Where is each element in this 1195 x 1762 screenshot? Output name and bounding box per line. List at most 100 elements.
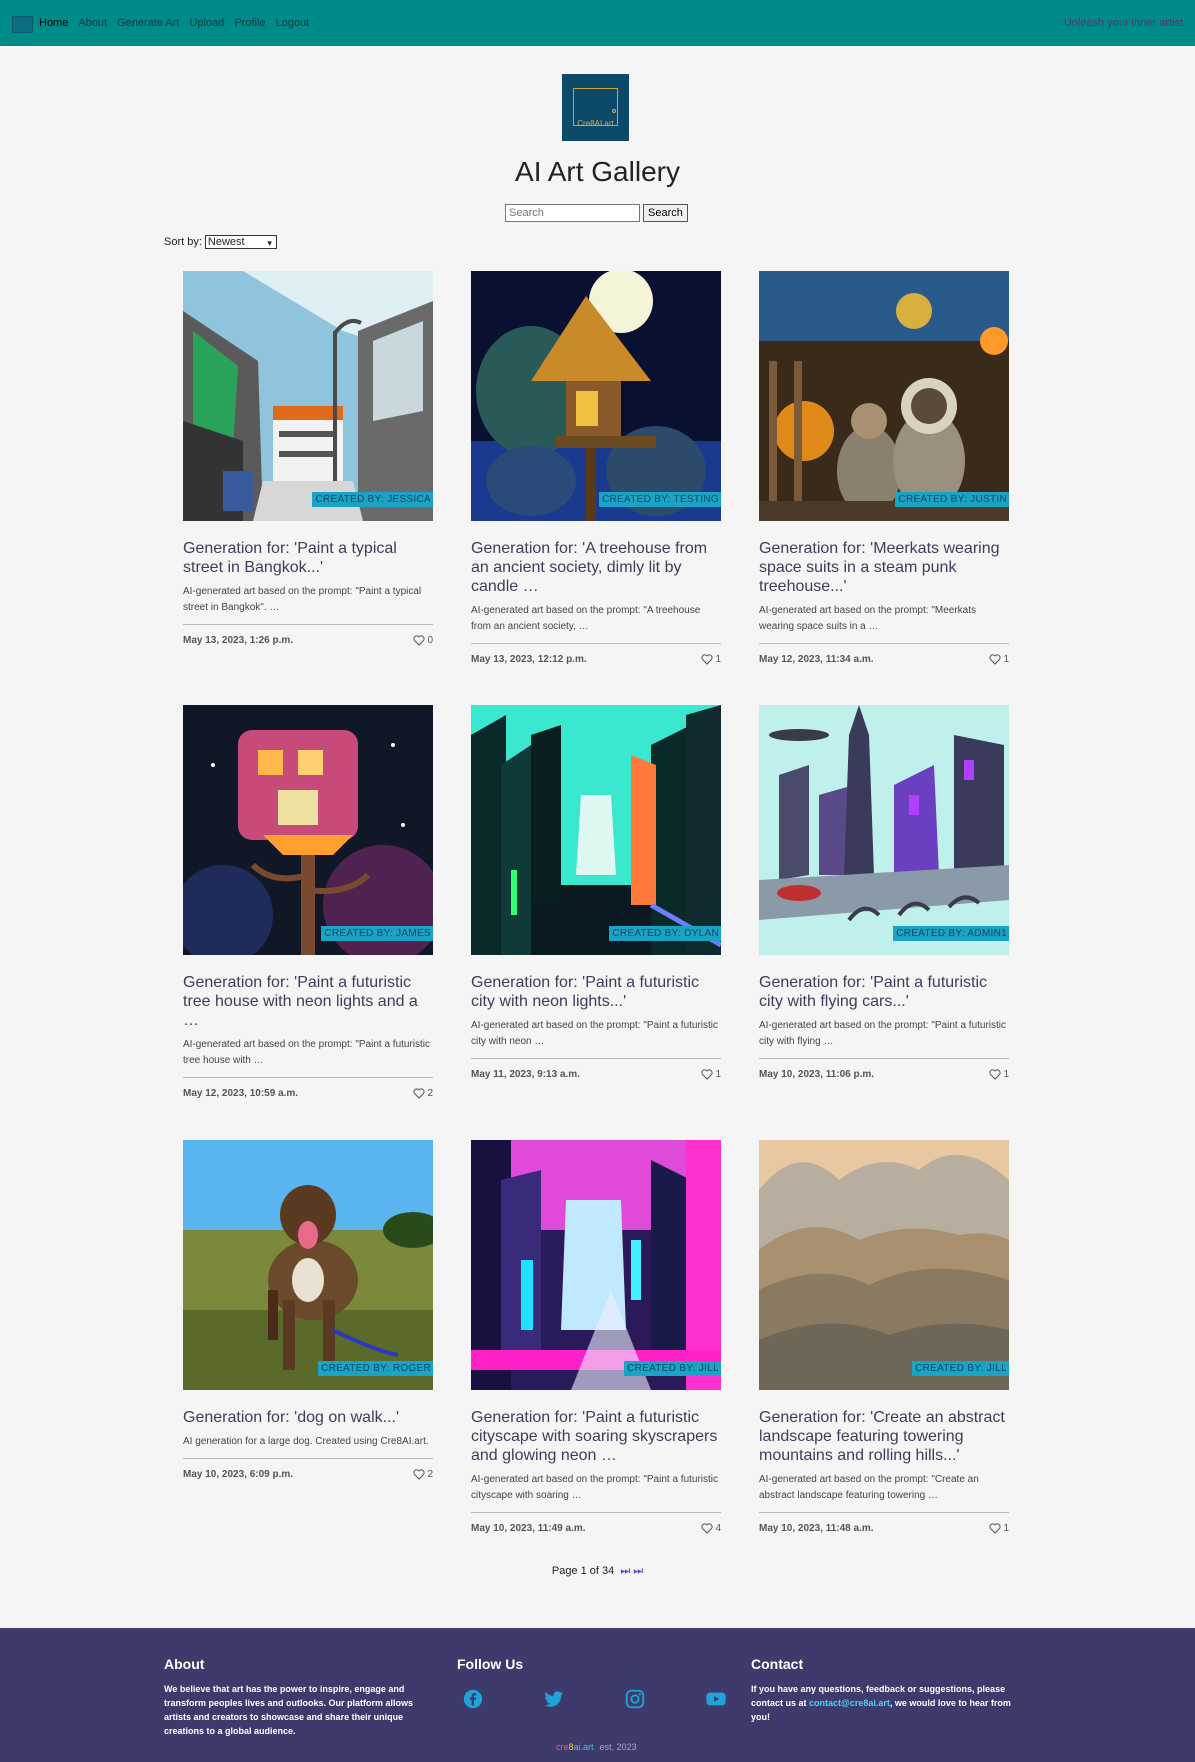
gallery-card[interactable]: CREATED BY: JAMES Generation for: 'Paint…	[183, 705, 433, 1099]
card-title[interactable]: Generation for: 'Paint a typical street …	[183, 539, 433, 577]
card-date: May 10, 2023, 11:48 a.m.	[759, 1523, 874, 1534]
creator-badge: CREATED BY: JILL	[912, 1361, 1009, 1376]
nav-links: Home About Generate Art Upload Profile L…	[39, 17, 319, 29]
search-form: Search	[505, 204, 688, 222]
card-title[interactable]: Generation for: 'dog on walk...'	[183, 1408, 433, 1427]
page-title: AI Art Gallery	[515, 156, 680, 187]
site-footer: About We believe that art has the power …	[0, 1628, 1195, 1762]
gallery-card[interactable]: CREATED BY: JILL Generation for: 'Create…	[759, 1140, 1009, 1534]
gallery-card[interactable]: CREATED BY: ROGER Generation for: 'dog o…	[183, 1140, 433, 1480]
card-meta: May 13, 2023, 1:26 p.m. 0	[183, 624, 433, 646]
card-date: May 10, 2023, 6:09 p.m.	[183, 1469, 294, 1480]
card-meta: May 10, 2023, 11:49 a.m. 4	[471, 1512, 721, 1534]
artwork-image[interactable]: CREATED BY: ROGER	[183, 1140, 433, 1390]
card-description: AI generation for a large dog. Created u…	[183, 1436, 429, 1447]
card-title[interactable]: Generation for: 'Paint a futuristic city…	[471, 973, 721, 1011]
facebook-icon[interactable]	[462, 1688, 484, 1710]
artwork-image[interactable]: CREATED BY: JILL	[471, 1140, 721, 1390]
creator-badge: CREATED BY: JESSICA	[312, 492, 433, 507]
like-count: 1	[1003, 1523, 1009, 1534]
heart-icon	[413, 635, 425, 646]
card-date: May 11, 2023, 9:13 a.m.	[471, 1069, 580, 1080]
creator-badge: CREATED BY: ADMIN1	[893, 926, 1009, 941]
like-button[interactable]: 2	[413, 1088, 433, 1099]
card-title[interactable]: Generation for: 'Create an abstract land…	[759, 1408, 1009, 1465]
like-button[interactable]: 1	[701, 1069, 721, 1080]
heart-icon	[989, 654, 1001, 665]
card-description: AI-generated art based on the prompt: "P…	[183, 1039, 431, 1066]
next-page-icon[interactable]: ⏭	[620, 1565, 630, 1577]
twitter-icon[interactable]	[543, 1688, 565, 1710]
card-meta: May 10, 2023, 11:06 p.m. 1	[759, 1058, 1009, 1080]
like-button[interactable]: 1	[701, 654, 721, 665]
nav-upload-link[interactable]: Upload	[189, 17, 224, 29]
artwork-image[interactable]: CREATED BY: JUSTIN	[759, 271, 1009, 521]
artwork-image[interactable]: CREATED BY: DYLAN	[471, 705, 721, 955]
card-meta: May 11, 2023, 9:13 a.m. 1	[471, 1058, 721, 1080]
like-button[interactable]: 2	[413, 1469, 433, 1480]
sort-value: Newest	[207, 236, 245, 248]
artwork-image[interactable]: CREATED BY: ADMIN1	[759, 705, 1009, 955]
like-button[interactable]: 0	[413, 635, 433, 646]
card-meta: May 13, 2023, 12:12 p.m. 1	[471, 643, 721, 665]
heart-icon	[413, 1088, 425, 1099]
like-count: 2	[427, 1469, 433, 1480]
artwork-image[interactable]: CREATED BY: TESTING	[471, 271, 721, 521]
card-title[interactable]: Generation for: 'A treehouse from an anc…	[471, 539, 721, 596]
like-count: 1	[715, 654, 721, 665]
creator-badge: CREATED BY: ROGER	[318, 1361, 433, 1376]
card-description: AI-generated art based on the prompt: "P…	[759, 1020, 1007, 1047]
card-description: AI-generated art based on the prompt: "A…	[471, 605, 701, 632]
footer-contact-title: Contact	[751, 1656, 804, 1672]
search-input[interactable]	[505, 204, 640, 222]
nav-logout-link[interactable]: Logout	[276, 17, 310, 29]
footer-about-title: About	[164, 1656, 205, 1672]
top-navbar: Home About Generate Art Upload Profile L…	[0, 0, 1195, 46]
nav-profile-link[interactable]: Profile	[234, 17, 265, 29]
creator-badge: CREATED BY: DYLAN	[609, 926, 721, 941]
nav-about-link[interactable]: About	[78, 17, 107, 29]
contact-email-link[interactable]: contact@cre8ai.art	[809, 1698, 890, 1708]
card-date: May 13, 2023, 1:26 p.m.	[183, 635, 294, 646]
like-count: 1	[1003, 1069, 1009, 1080]
sort-select[interactable]: Newest ▾	[204, 235, 277, 249]
search-button[interactable]: Search	[643, 204, 688, 222]
artwork-image[interactable]: CREATED BY: JESSICA	[183, 271, 433, 521]
brand-part-ai: ai.art	[573, 1742, 594, 1752]
gallery-card[interactable]: CREATED BY: DYLAN Generation for: 'Paint…	[471, 705, 721, 1080]
gallery-card[interactable]: CREATED BY: JUSTIN Generation for: 'Meer…	[759, 271, 1009, 665]
card-description: AI-generated art based on the prompt: "P…	[471, 1474, 719, 1501]
like-count: 4	[715, 1523, 721, 1534]
like-count: 1	[1003, 654, 1009, 665]
logo-text: Cre8AI.art	[577, 119, 614, 128]
card-title[interactable]: Generation for: 'Meerkats wearing space …	[759, 539, 1009, 596]
creator-badge: CREATED BY: JILL	[624, 1361, 721, 1376]
card-date: May 12, 2023, 11:34 a.m.	[759, 654, 874, 665]
last-page-icon[interactable]: ⏭	[633, 1565, 643, 1577]
gallery-card[interactable]: CREATED BY: TESTING Generation for: 'A t…	[471, 271, 721, 665]
brand-est: est. 2023	[599, 1742, 637, 1752]
gallery-card[interactable]: CREATED BY: ADMIN1 Generation for: 'Pain…	[759, 705, 1009, 1080]
artwork-image[interactable]: CREATED BY: JAMES	[183, 705, 433, 955]
like-count: 2	[427, 1088, 433, 1099]
nav-generate-art-link[interactable]: Generate Art	[117, 17, 179, 29]
card-title[interactable]: Generation for: 'Paint a futuristic city…	[759, 973, 1009, 1011]
youtube-icon[interactable]	[705, 1688, 727, 1710]
instagram-icon[interactable]	[624, 1688, 646, 1710]
heart-icon	[701, 1069, 713, 1080]
like-button[interactable]: 4	[701, 1523, 721, 1534]
gallery-card[interactable]: CREATED BY: JILL Generation for: 'Paint …	[471, 1140, 721, 1534]
footer-follow-title: Follow Us	[457, 1656, 524, 1672]
artwork-image[interactable]: CREATED BY: JILL	[759, 1140, 1009, 1390]
nav-tagline: Unleash your inner artist	[1063, 17, 1183, 29]
nav-home-link[interactable]: Home	[39, 17, 68, 29]
card-title[interactable]: Generation for: 'Paint a futuristic city…	[471, 1408, 721, 1465]
like-button[interactable]: 1	[989, 654, 1009, 665]
logo-dot	[612, 109, 616, 113]
nav-logo-icon[interactable]	[12, 15, 33, 33]
like-button[interactable]: 1	[989, 1069, 1009, 1080]
card-title[interactable]: Generation for: 'Paint a futuristic tree…	[183, 973, 433, 1030]
like-button[interactable]: 1	[989, 1523, 1009, 1534]
card-meta: May 10, 2023, 11:48 a.m. 1	[759, 1512, 1009, 1534]
gallery-card[interactable]: CREATED BY: JESSICA Generation for: 'Pai…	[183, 271, 433, 646]
